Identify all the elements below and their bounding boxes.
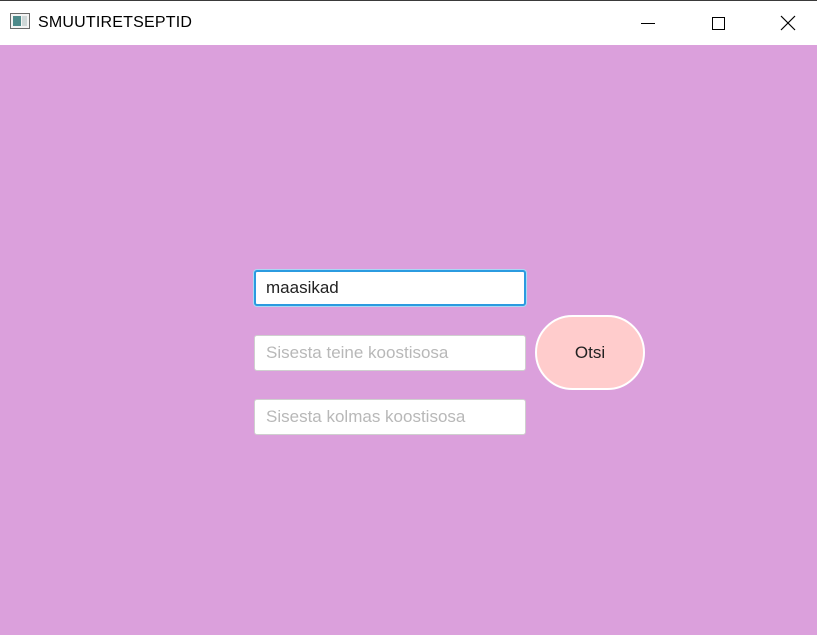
search-button[interactable]: Otsi	[535, 315, 645, 390]
first-ingredient-input[interactable]	[254, 270, 526, 306]
main-panel: Otsi	[0, 45, 817, 635]
minimize-icon	[641, 22, 655, 24]
close-button[interactable]	[753, 1, 817, 45]
window-title: SMUUTIRETSEPTID	[38, 14, 193, 31]
app-window: SMUUTIRETSEPTID Otsi	[0, 0, 817, 635]
second-ingredient-input[interactable]	[254, 335, 526, 371]
close-icon	[780, 15, 796, 31]
third-ingredient-input[interactable]	[254, 399, 526, 435]
title-bar[interactable]: SMUUTIRETSEPTID	[0, 0, 817, 45]
maximize-icon	[711, 16, 725, 30]
minimize-button[interactable]	[613, 1, 683, 45]
app-icon	[10, 13, 30, 29]
maximize-button[interactable]	[683, 1, 753, 45]
